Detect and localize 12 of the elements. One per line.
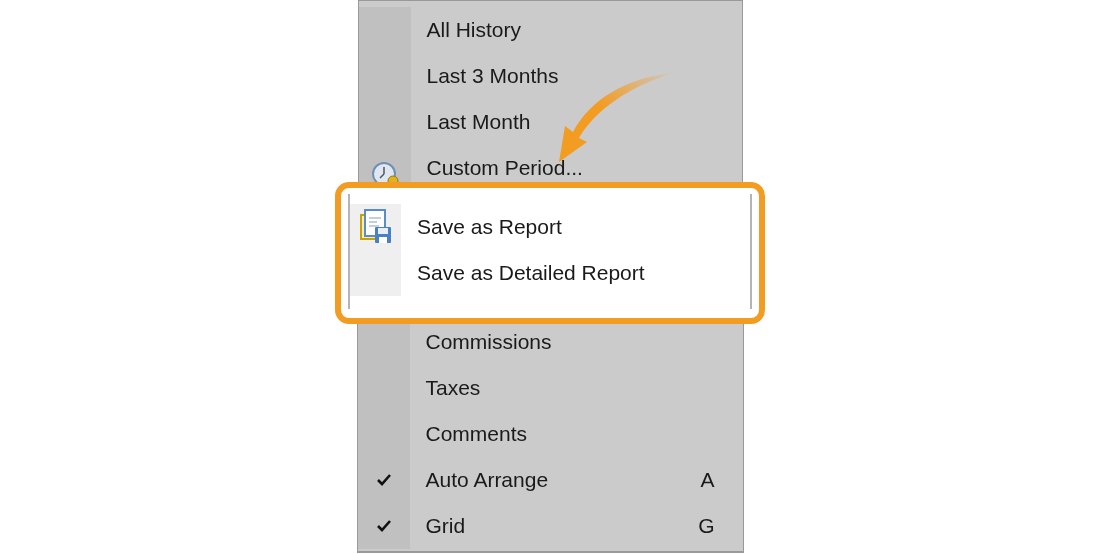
menu-item[interactable]: Grid G [357, 503, 743, 549]
menu-item[interactable]: Save as Report [350, 204, 750, 250]
report-save-icon [359, 209, 392, 245]
menu-item[interactable]: Taxes [357, 365, 743, 411]
clock-icon [370, 160, 399, 182]
menu-item[interactable]: Save as Detailed Report [350, 250, 750, 296]
menu-item[interactable]: Last Month [358, 99, 742, 145]
menu-item[interactable]: Auto Arrange A [357, 457, 743, 503]
menu-item[interactable]: Comments [357, 411, 743, 457]
menu-item[interactable]: Commissions [357, 324, 743, 365]
menu-item[interactable]: All History [358, 7, 742, 53]
menu-item[interactable]: Last 3 Months [358, 53, 742, 99]
